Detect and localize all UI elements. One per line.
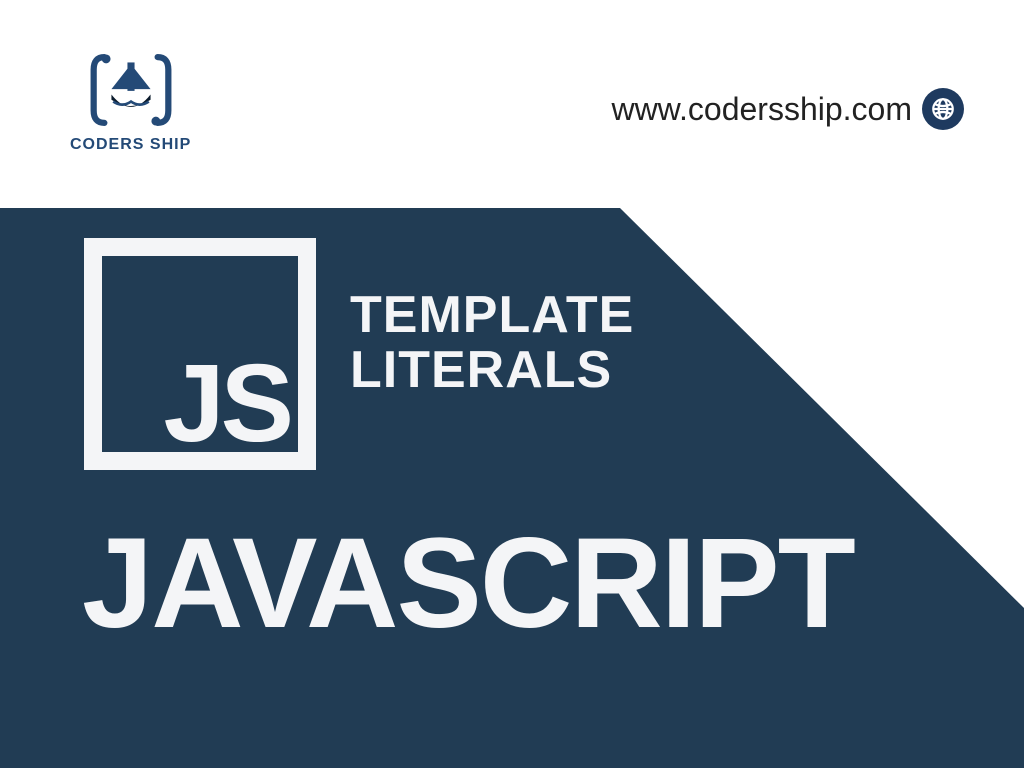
brand-name: CODERS SHIP — [70, 136, 191, 154]
language-title: JAVASCRIPT — [82, 510, 854, 657]
topic-line-1: TEMPLATE — [350, 288, 634, 343]
topic-title: TEMPLATE LITERALS — [350, 288, 634, 398]
ship-logo-icon — [86, 50, 176, 130]
website-url-block: www.codersship.com — [611, 88, 964, 130]
banner-graphic: CODERS SHIP www.codersship.com JS TEMPLA… — [0, 0, 1024, 768]
topic-line-2: LITERALS — [350, 343, 634, 398]
website-url: www.codersship.com — [611, 91, 912, 128]
globe-icon — [922, 88, 964, 130]
brand-logo: CODERS SHIP — [70, 50, 191, 154]
js-logo-badge: JS — [84, 238, 316, 470]
js-logo-text: JS — [163, 357, 290, 451]
